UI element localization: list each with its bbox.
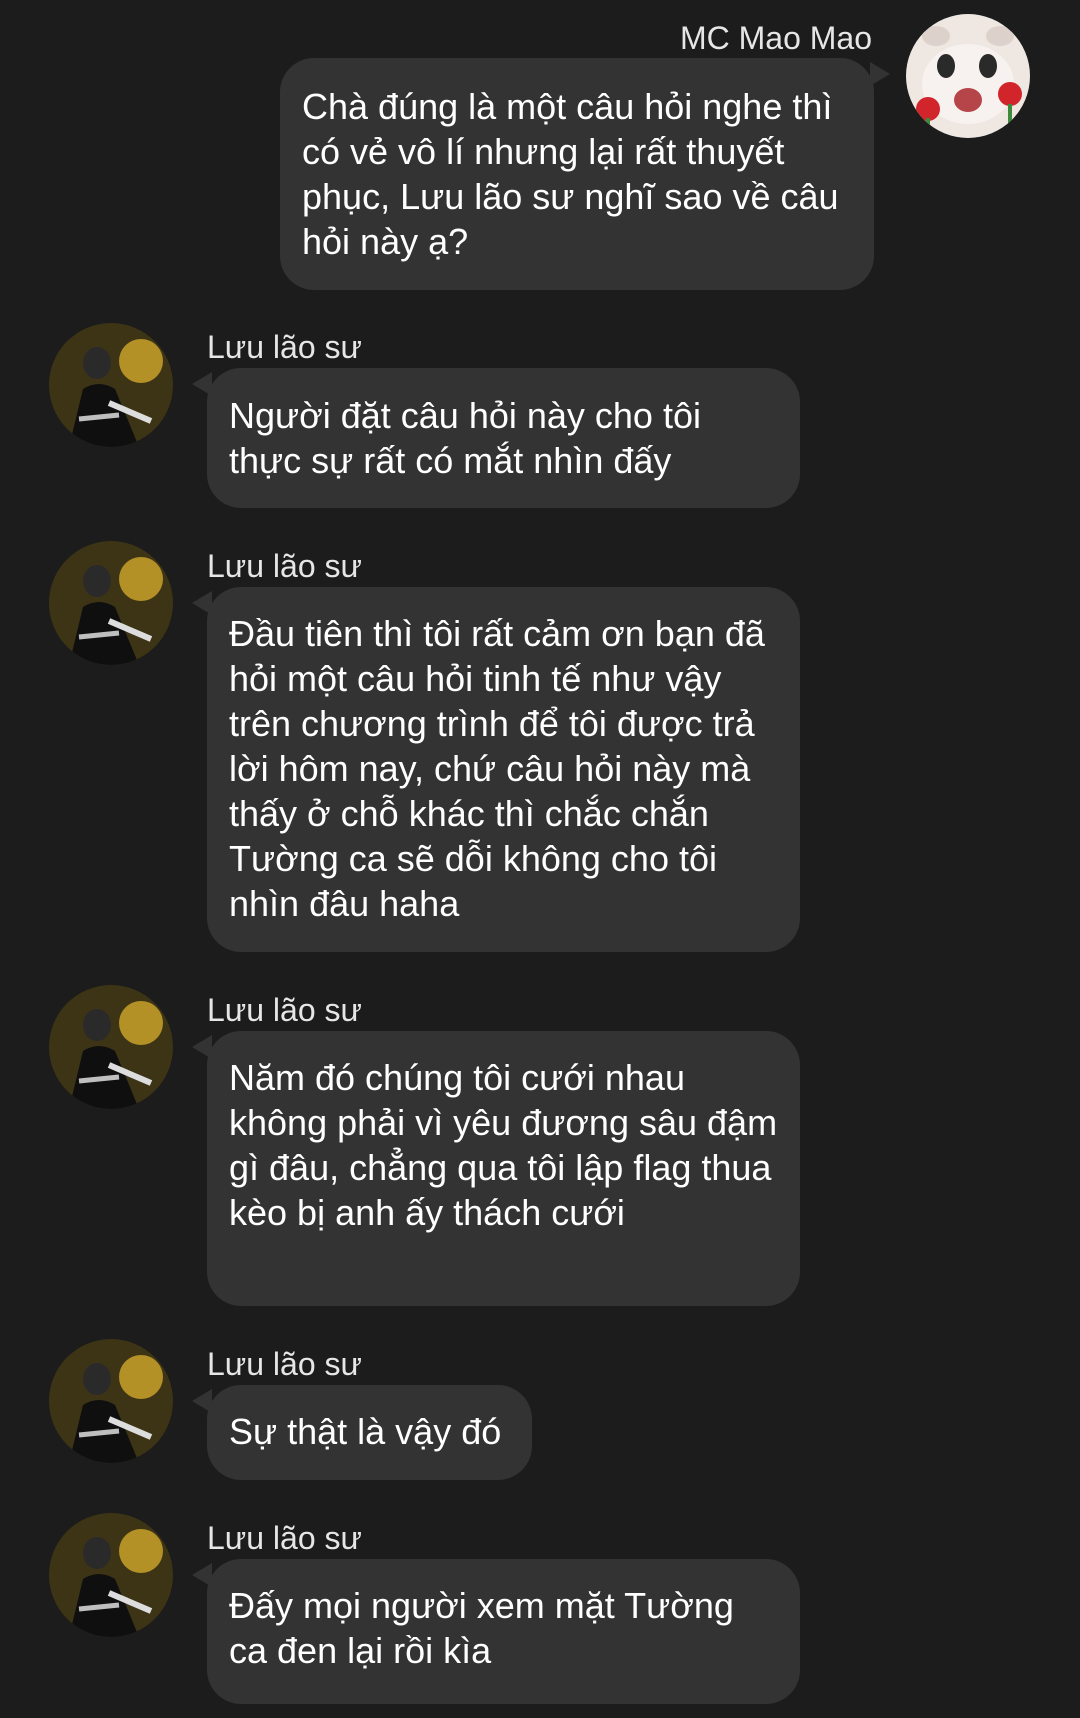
message-bubble[interactable]: Người đặt câu hỏi này cho tôi thực sự rấ… <box>207 368 800 508</box>
message-bubble[interactable]: Chà đúng là một câu hỏi nghe thì có vẻ v… <box>280 58 874 290</box>
sender-name: Lưu lão sư <box>207 1346 362 1382</box>
person-photo-avatar-icon[interactable] <box>49 541 173 665</box>
person-photo-avatar-icon[interactable] <box>49 985 173 1109</box>
sender-name: Lưu lão sư <box>207 992 362 1028</box>
person-photo-avatar-icon[interactable] <box>49 1513 173 1637</box>
sender-name: Lưu lão sư <box>207 1520 362 1556</box>
message-bubble[interactable]: Năm đó chúng tôi cưới nhau không phải vì… <box>207 1031 800 1306</box>
bubble-tail <box>870 62 890 86</box>
sender-name: Lưu lão sư <box>207 329 362 365</box>
person-photo-avatar-icon[interactable] <box>49 1339 173 1463</box>
message-bubble[interactable]: Đấy mọi người xem mặt Tường ca đen lại r… <box>207 1559 800 1704</box>
person-photo-avatar-icon[interactable] <box>49 323 173 447</box>
sender-name: MC Mao Mao <box>679 20 872 56</box>
cat-sticker-avatar-icon[interactable] <box>906 14 1030 138</box>
message-bubble[interactable]: Đầu tiên thì tôi rất cảm ơn bạn đã hỏi m… <box>207 587 800 952</box>
message-bubble[interactable]: Sự thật là vậy đó <box>207 1385 532 1480</box>
sender-name: Lưu lão sư <box>207 548 362 584</box>
